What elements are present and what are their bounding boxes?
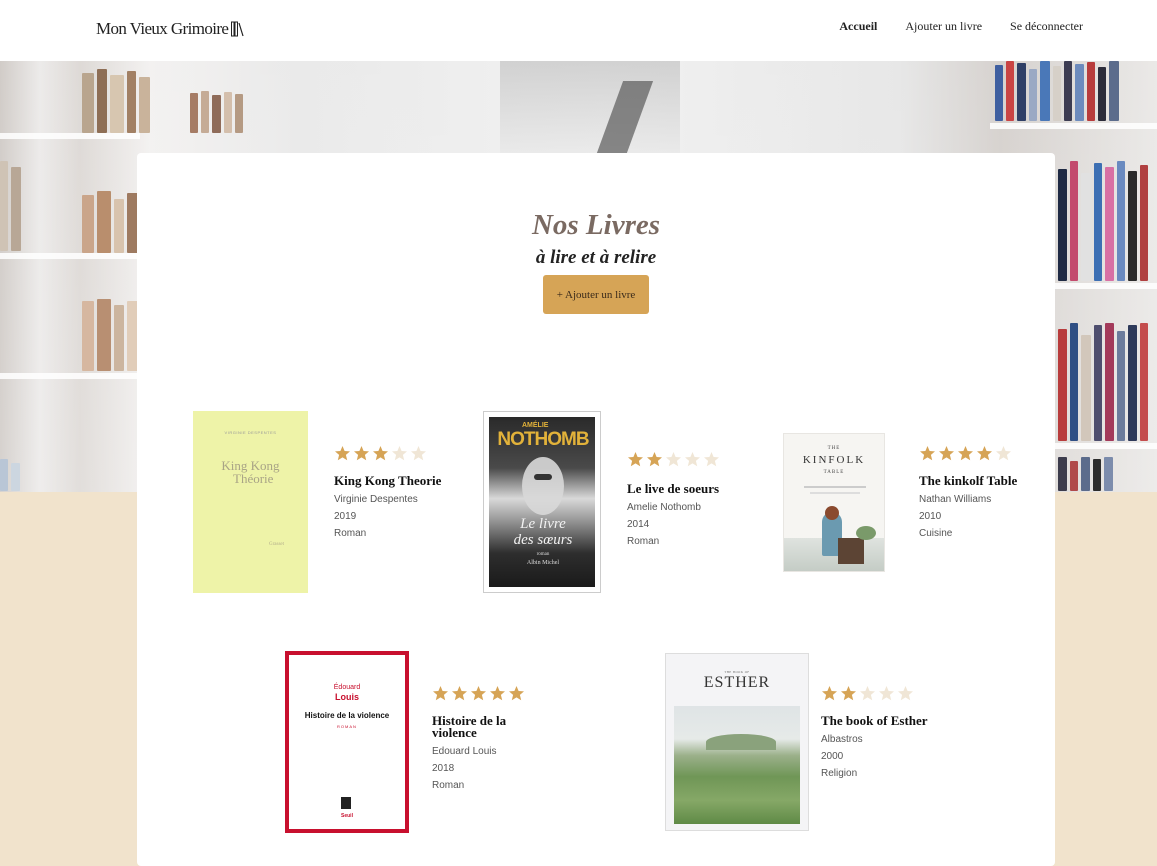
star-empty-icon <box>704 452 719 467</box>
star-empty-icon <box>666 452 681 467</box>
book-title: Histoire de la violence <box>432 713 507 740</box>
nav-accueil[interactable]: Accueil <box>839 19 877 34</box>
book-year: 2018 <box>432 763 455 774</box>
book-cover[interactable]: AMÉLIE NOTHOMB Le livre des sœurs roman … <box>483 411 601 593</box>
book-genre: Religion <box>821 768 858 779</box>
books-card: Nos Livres à lire et à relire + Ajouter … <box>137 153 1055 866</box>
star-filled-icon <box>647 452 662 467</box>
cover-publisher: Albin Michel <box>526 560 560 566</box>
book-year: 2000 <box>821 751 844 762</box>
star-empty-icon <box>898 686 913 701</box>
cover-publisher: Grasset <box>269 542 284 547</box>
cover-publisher: Seuil <box>341 813 353 819</box>
star-filled-icon <box>354 446 369 461</box>
book-year: 2019 <box>334 511 357 522</box>
star-filled-icon <box>509 686 524 701</box>
cover-title-line2: Théorie <box>233 471 274 486</box>
book-genre: Roman <box>627 536 660 547</box>
star-filled-icon <box>471 686 486 701</box>
rating-stars <box>627 451 737 469</box>
star-empty-icon <box>996 446 1011 461</box>
book-info: King Kong Theorie Virginie Despentes 201… <box>334 445 444 542</box>
cover-author-last: NOTHOMB <box>497 429 589 450</box>
cover-title-line2: des sœurs <box>513 532 573 548</box>
book-genre: Roman <box>432 780 465 791</box>
star-empty-icon <box>392 446 407 461</box>
book-title: King Kong Theorie <box>334 473 442 488</box>
nav-ajouter-livre[interactable]: Ajouter un livre <box>905 19 982 34</box>
books-logo-icon <box>231 21 244 37</box>
book-cover[interactable]: Édouard Louis Histoire de la violence RO… <box>285 651 409 833</box>
star-filled-icon <box>977 446 992 461</box>
book-author: Edouard Louis <box>432 746 497 757</box>
book-info: Le live de soeurs Amelie Nothomb 2014 Ro… <box>627 451 737 550</box>
rating-stars <box>919 445 1029 463</box>
cover-title-line2: TABLE <box>823 470 845 475</box>
star-filled-icon <box>841 686 856 701</box>
book-info: The book of Esther Albastros 2000 Religi… <box>821 685 931 782</box>
cover-author-first: AMÉLIE <box>522 422 549 429</box>
book-author: Albastros <box>821 734 863 745</box>
cover-subtext: ROMAN <box>337 724 357 729</box>
cover-subtext: roman <box>536 552 550 557</box>
rating-stars <box>432 685 542 703</box>
site-logo[interactable]: Mon Vieux Grimoire <box>96 19 244 39</box>
star-filled-icon <box>335 446 350 461</box>
cover-title-line1: KINFOLK <box>802 454 866 466</box>
book-cover[interactable]: THE BOOK OF ESTHER <box>665 653 809 831</box>
nav-se-deconnecter[interactable]: Se déconnecter <box>1010 19 1083 34</box>
book-genre: Cuisine <box>919 528 953 539</box>
star-filled-icon <box>628 452 643 467</box>
star-empty-icon <box>685 452 700 467</box>
star-filled-icon <box>958 446 973 461</box>
logo-text: Mon Vieux Grimoire <box>96 19 229 38</box>
star-filled-icon <box>373 446 388 461</box>
book-title: The book of Esther <box>821 713 928 728</box>
book-cover[interactable]: THE KINFOLK TABLE <box>783 433 885 572</box>
page-title: Nos Livres <box>531 209 661 241</box>
book-author: Nathan Williams <box>919 494 992 505</box>
star-empty-icon <box>860 686 875 701</box>
star-filled-icon <box>452 686 467 701</box>
cover-title-top: THE <box>827 446 841 451</box>
cover-title: Histoire de la violence <box>304 711 390 720</box>
page-subtitle: à lire et à relire <box>535 247 657 268</box>
top-bar: Mon Vieux Grimoire Accueil Ajouter un li… <box>0 0 1157 61</box>
star-filled-icon <box>822 686 837 701</box>
book-year: 2014 <box>627 519 650 530</box>
star-filled-icon <box>490 686 505 701</box>
cover-author-first: Édouard <box>333 684 361 691</box>
star-filled-icon <box>433 686 448 701</box>
book-genre: Roman <box>334 528 367 539</box>
star-empty-icon <box>879 686 894 701</box>
book-info: The kinkolf Table Nathan Williams 2010 C… <box>919 445 1029 542</box>
star-empty-icon <box>411 446 426 461</box>
cover-title: ESTHER <box>703 674 771 691</box>
book-author: Amelie Nothomb <box>627 502 701 513</box>
rating-stars <box>821 685 931 703</box>
book-author: Virginie Despentes <box>334 494 418 505</box>
add-book-button[interactable]: + Ajouter un livre <box>543 275 649 314</box>
star-filled-icon <box>920 446 935 461</box>
book-cover[interactable]: VIRGINIE DESPENTES King Kong Théorie Gra… <box>193 411 308 593</box>
cover-author-last: Louis <box>335 692 359 702</box>
book-info: Histoire de la violence Edouard Louis 20… <box>432 685 542 794</box>
cover-author-text: VIRGINIE DESPENTES <box>224 430 277 435</box>
star-filled-icon <box>939 446 954 461</box>
book-year: 2010 <box>919 511 942 522</box>
book-title: Le live de soeurs <box>627 481 720 496</box>
main-nav: Accueil Ajouter un livre Se déconnecter <box>839 19 1083 34</box>
book-title: The kinkolf Table <box>919 473 1018 488</box>
cover-title-line1: Le livre <box>520 516 566 532</box>
rating-stars <box>334 445 444 463</box>
